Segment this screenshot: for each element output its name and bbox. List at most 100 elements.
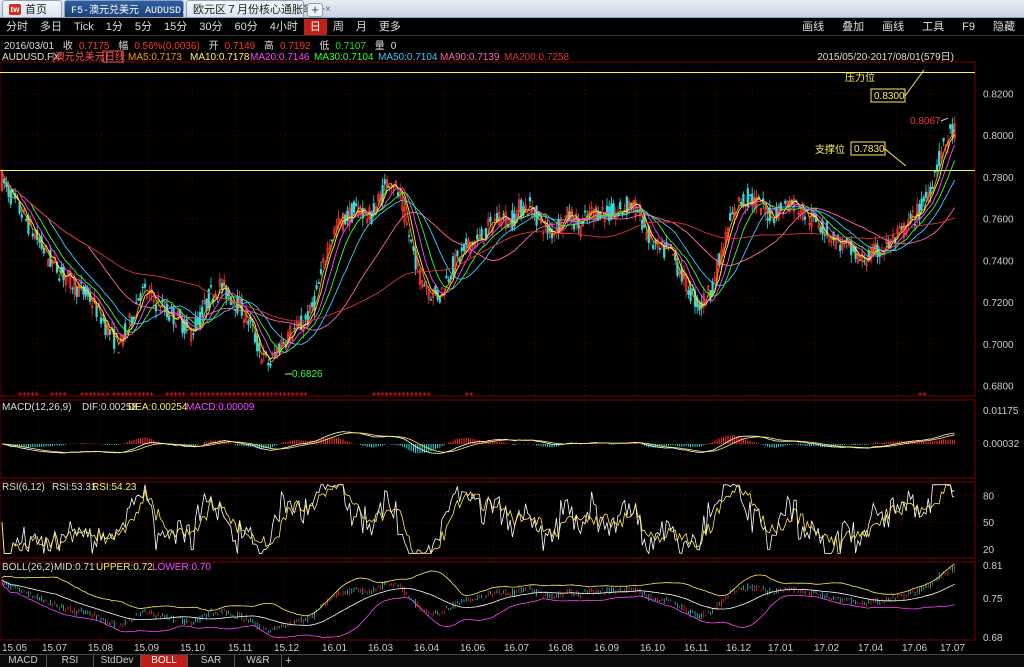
add-indicator-icon[interactable]: + [282, 655, 295, 667]
x-tick-label: 15.07 [42, 643, 67, 654]
candle-body [691, 289, 694, 291]
x-tick-label: 17.02 [814, 643, 839, 654]
support-pointer [884, 148, 907, 167]
period-12[interactable]: 更多 [373, 19, 407, 35]
rsi-value-2: RSI:54.23 [92, 482, 137, 493]
candle-body [209, 285, 213, 288]
period-7[interactable]: 60分 [229, 19, 264, 35]
tab-news[interactable]: 欧元区７月份核心通胀率升 × [186, 0, 331, 17]
tab-news-label: 欧元区７月份核心通胀率升 [193, 4, 325, 16]
x-tick-label: 17.04 [858, 643, 883, 654]
period-0[interactable]: 分时 [0, 19, 34, 35]
candle-body [913, 223, 917, 226]
candle-body [293, 327, 296, 330]
quote-info-line: 2016/03/01 收 0.7175 幅 0.56%(0.0036) 开 0.714… [4, 37, 402, 52]
indicator-tab-4[interactable]: SAR [188, 655, 235, 667]
period-1[interactable]: 多日 [34, 19, 68, 35]
candle-body [619, 201, 622, 209]
toolbar-right-5[interactable]: 隐藏 [984, 19, 1024, 35]
candle-body [465, 238, 468, 246]
candle-body [784, 200, 787, 204]
period-6[interactable]: 30分 [193, 19, 228, 35]
candle-body [920, 198, 923, 211]
add-tab-button[interactable]: + [307, 3, 323, 17]
signal-star: * [35, 391, 39, 400]
period-4[interactable]: 5分 [129, 19, 158, 35]
macd-dea: DEA:0.00254 [128, 402, 188, 413]
candle-body [143, 283, 147, 288]
period-8[interactable]: 4小时 [264, 19, 304, 35]
tab-home[interactable]: tw 首页 [2, 0, 62, 17]
x-tick-label: 16.10 [640, 643, 665, 654]
candle-body [196, 317, 199, 325]
signal-star: * [469, 391, 473, 400]
candle-body [909, 213, 912, 219]
price-chart[interactable]: 0.6800 0.7000 0.7200 0.7400 0.7600 0.7800 0.80… [0, 50, 1024, 654]
close-icon[interactable]: × [325, 4, 331, 15]
toolbar-right-4[interactable]: F9 [953, 19, 984, 35]
period-5[interactable]: 15分 [158, 19, 193, 35]
candle-body [652, 244, 655, 249]
indicator-tab-0[interactable]: MACD [0, 655, 47, 667]
x-tick-label: 15.12 [274, 643, 299, 654]
candle-body [460, 247, 463, 252]
candle-body [99, 317, 103, 324]
signal-star: * [182, 391, 186, 400]
macd-panel: MACD(12,26,9) DIF:0.00258DEA:0.00254MACD:… [1, 402, 1020, 454]
macd-y-label: 0.01175 [983, 406, 1019, 417]
main-panel-frame [0, 61, 976, 397]
candle-body [95, 305, 98, 317]
toolbar-right-1[interactable]: 叠加 [833, 19, 873, 35]
candle-body [658, 247, 661, 250]
ma-legend-2: MA20:0.7146 [250, 52, 310, 63]
boll-y-label: 0.75 [983, 594, 1003, 605]
period-10[interactable]: 周 [327, 19, 350, 35]
candle-body [25, 219, 28, 221]
toolbar-right-3[interactable]: 工具 [913, 19, 953, 35]
x-tick-label: 17.01 [768, 643, 793, 654]
ma-legend-3: MA30:0.7104 [314, 52, 374, 63]
candle-body [803, 216, 807, 220]
x-tick-label: 16.04 [414, 643, 439, 654]
rsi-title: RSI(6,12) [2, 482, 45, 493]
boll-mid: MID:0.71 [54, 562, 95, 573]
candle-body [168, 315, 171, 321]
period-11[interactable]: 月 [350, 19, 373, 35]
period-list: 分时 多日 Tick 1分 5分 15分 30分 60分 4小时日周月更多 [0, 18, 407, 36]
candle-body [429, 299, 433, 301]
toolbar-right-0[interactable]: 画线 [793, 19, 833, 35]
period-9[interactable]: 日 [303, 18, 327, 35]
boll-title: BOLL(26,2) [2, 562, 54, 573]
rsi-y-label: 50 [983, 518, 995, 529]
indicator-tab-1[interactable]: RSI [47, 655, 94, 667]
boll-upper: UPPER:0.72 [96, 562, 153, 573]
signal-star: * [303, 391, 307, 400]
candle-body [407, 235, 411, 237]
toolbar-right: 画线 叠加 画线 工具 F9 隐藏 [793, 18, 1024, 36]
candle-body [489, 216, 492, 222]
candle-body [766, 218, 769, 221]
x-tick-label: 16.01 [322, 643, 347, 654]
y-tick-label: 0.7200 [983, 298, 1014, 309]
candle-body [476, 234, 479, 240]
toolbar-right-2[interactable]: 画线 [873, 19, 913, 35]
candle-body [3, 178, 6, 184]
period-toolbar: 分时 多日 Tick 1分 5分 15分 30分 60分 4小时日周月更多 画线 叠加 画线 工具 F9… [0, 18, 1024, 36]
high-marker: 0.8067 [910, 116, 941, 127]
period-3[interactable]: 1分 [100, 19, 129, 35]
indicator-tab-5[interactable]: W&R [235, 655, 282, 667]
high-pointer [940, 117, 949, 122]
period-2[interactable]: Tick [68, 19, 100, 35]
candle-body [863, 260, 866, 263]
tab-audusd[interactable]: F5-澳元兑美元 AUDUSD.FX × [64, 0, 205, 17]
date-range: 2015/05/20-2017/08/01(579日) [817, 52, 954, 63]
candle-body [194, 318, 197, 331]
x-tick-label: 16.08 [548, 643, 573, 654]
boll-panel-frame [0, 561, 976, 641]
ma-legend-0: MA5:0.7173 [128, 52, 182, 63]
indicator-tab-3[interactable]: BOLL [141, 655, 188, 667]
indicator-tab-2[interactable]: StdDev [94, 655, 141, 667]
y-tick-label: 0.7000 [983, 340, 1014, 351]
y-tick-label: 0.7800 [983, 173, 1014, 184]
candle-body [502, 213, 505, 216]
